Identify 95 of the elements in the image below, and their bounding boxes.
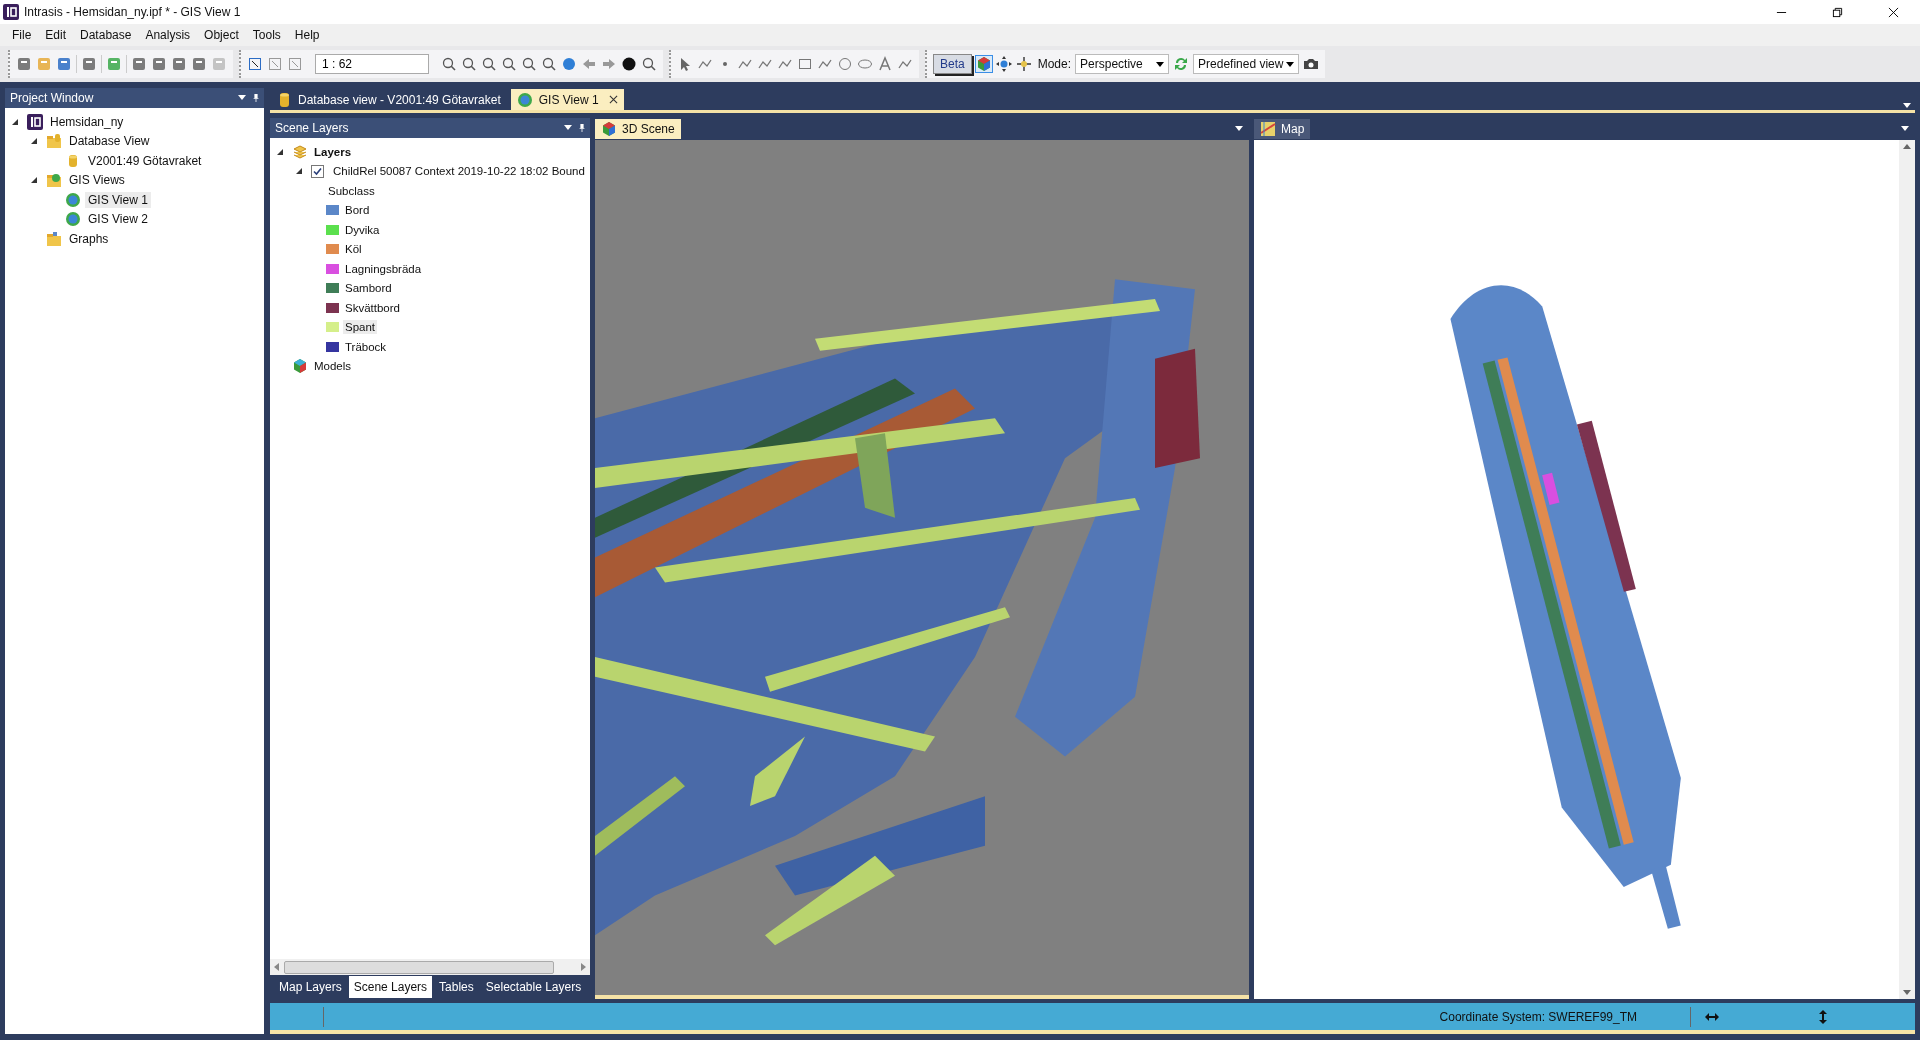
navigate-icon[interactable]	[995, 56, 1012, 72]
cube-icon	[292, 358, 308, 375]
scale-field[interactable]: 1 : 62	[315, 54, 429, 74]
close-icon[interactable]	[1888, 6, 1899, 18]
refresh-icon[interactable]	[1173, 56, 1190, 72]
expander-icon[interactable]	[30, 137, 38, 146]
rectangle-icon[interactable]	[797, 56, 813, 72]
camera-icon[interactable]	[1303, 56, 1320, 72]
legend-item[interactable]: Köl	[343, 242, 364, 257]
panel-title: Project Window	[10, 91, 95, 105]
mode-dropdown[interactable]: Perspective	[1075, 54, 1170, 74]
menu-item[interactable]: Tools	[245, 28, 288, 42]
legend-item[interactable]: Sambord	[343, 281, 394, 296]
globe-icon	[65, 211, 81, 228]
app-logo-icon	[3, 4, 19, 20]
coordinate-system-text: Coordinate System: SWEREF99_TM	[1439, 1009, 1637, 1024]
legend-item[interactable]: Träbock	[343, 339, 389, 354]
layer-item[interactable]: Layers	[312, 144, 354, 159]
database-folder-icon	[46, 133, 62, 150]
caret-icon	[1156, 61, 1165, 67]
menu-item[interactable]: Edit	[38, 28, 74, 42]
back-arrow-icon[interactable]	[581, 56, 597, 72]
legend-title: Subclass	[327, 183, 376, 198]
expander-icon[interactable]	[30, 176, 38, 185]
window-title: Intrasis - Hemsidan_ny.ipf * - GIS View 1	[24, 5, 241, 19]
view-tab[interactable]: Map	[1254, 119, 1311, 139]
restore-icon[interactable]	[1832, 6, 1843, 18]
close-icon[interactable]	[608, 95, 618, 104]
tree-item[interactable]: Database View	[66, 133, 153, 150]
menu-item[interactable]: Database	[73, 28, 139, 42]
vertical-resize-icon	[1819, 1009, 1827, 1024]
horizontal-resize-icon	[1705, 1012, 1719, 1021]
legend-item[interactable]: Lagningsbräda	[343, 261, 424, 276]
horizontal-scrollbar[interactable]	[270, 959, 590, 975]
panel-tab[interactable]: Scene Layers	[348, 976, 433, 998]
layers-icon	[292, 143, 308, 160]
layer-item[interactable]: ChildRel 50087 Context 2019-10-22 18:02 Bound	[331, 164, 587, 179]
cube-icon[interactable]	[975, 56, 992, 72]
dropdown-icon[interactable]	[564, 124, 572, 132]
dropdown-icon[interactable]	[1901, 125, 1909, 133]
legend-item[interactable]: Bord	[343, 203, 372, 218]
vertical-scrollbar[interactable]	[1899, 140, 1915, 999]
predefined-view-dropdown[interactable]: Predefined view	[1193, 54, 1300, 74]
view-tab[interactable]: 3D Scene	[595, 119, 681, 139]
document-tab[interactable]: GIS View 1	[510, 89, 624, 110]
project-icon	[27, 113, 43, 130]
ellipse-icon[interactable]	[857, 56, 873, 72]
tree-item[interactable]: Graphs	[66, 230, 112, 247]
globe-icon	[516, 91, 533, 108]
scroll-up-icon[interactable]	[1903, 144, 1911, 150]
scroll-down-icon[interactable]	[1903, 989, 1911, 995]
scroll-thumb[interactable]	[284, 960, 554, 974]
panel-tab[interactable]: Map Layers	[274, 976, 347, 998]
menu-item[interactable]: File	[5, 28, 39, 42]
tree-item[interactable]: GIS Views	[66, 172, 128, 189]
legend-item[interactable]: Skvättbord	[343, 300, 402, 315]
legend-item[interactable]: Spant	[343, 320, 378, 335]
scroll-left-icon[interactable]	[274, 963, 280, 971]
menu-item[interactable]: Help	[287, 28, 327, 42]
globe-icon	[65, 191, 81, 208]
globe-folder-icon	[46, 172, 62, 189]
tree-item[interactable]: Hemsidan_ny	[47, 113, 127, 130]
caret-icon	[1286, 61, 1295, 67]
expander-icon[interactable]	[276, 147, 284, 156]
tree-item[interactable]: GIS View 2	[85, 211, 151, 228]
expander-icon[interactable]	[11, 117, 19, 126]
panel-title: Scene Layers	[275, 121, 350, 135]
pin-icon[interactable]	[252, 94, 260, 102]
panel-tab[interactable]: Tables	[434, 976, 479, 998]
circle-icon[interactable]	[837, 56, 853, 72]
checkbox[interactable]	[311, 164, 324, 178]
zoom-in-icon[interactable]	[441, 56, 457, 72]
scroll-right-icon[interactable]	[580, 963, 586, 971]
pin-icon[interactable]	[578, 124, 586, 132]
chart-folder-icon	[46, 230, 62, 247]
document-tab[interactable]: Database view - V2001:49 Götavraket	[270, 89, 507, 110]
dropdown-icon[interactable]	[238, 94, 246, 102]
crosshair-icon[interactable]	[1015, 56, 1032, 72]
text-tool-icon[interactable]	[877, 56, 893, 72]
tree-item[interactable]: GIS View 1	[85, 191, 151, 208]
tree-item[interactable]: V2001:49 Götavraket	[85, 152, 205, 169]
layer-item[interactable]: Models	[312, 359, 354, 374]
mode-label: Mode:	[1037, 57, 1072, 71]
beta-button[interactable]: Beta	[933, 54, 972, 74]
dropdown-icon[interactable]	[1235, 125, 1243, 133]
panel-tab[interactable]: Selectable Layers	[480, 976, 587, 998]
map-icon	[1260, 121, 1276, 137]
legend-item[interactable]: Dyvika	[343, 222, 382, 237]
globe-icon[interactable]	[561, 56, 577, 72]
select-icon[interactable]	[247, 56, 263, 72]
cube-icon	[601, 121, 617, 137]
menu-item[interactable]: Object	[197, 28, 246, 42]
info-icon[interactable]	[621, 56, 637, 72]
menu-item[interactable]: Analysis	[138, 28, 198, 42]
expander-icon[interactable]	[295, 167, 303, 176]
